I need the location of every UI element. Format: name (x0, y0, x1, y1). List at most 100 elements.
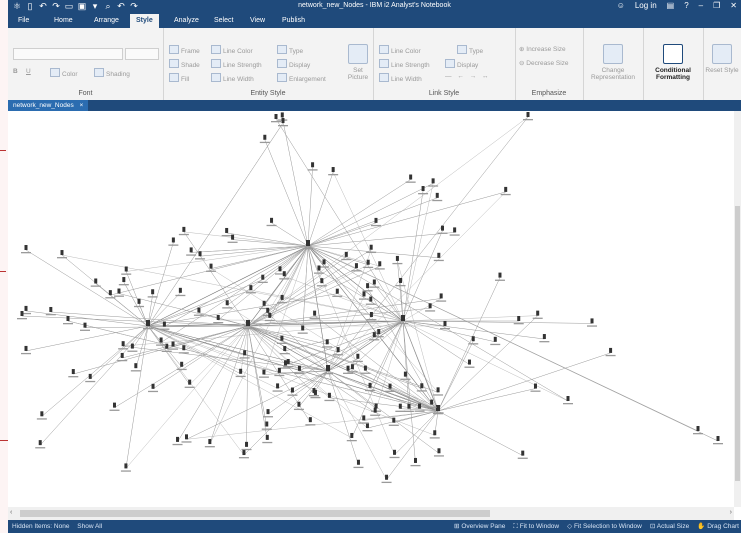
network-link[interactable] (160, 245, 309, 343)
network-node[interactable] (539, 334, 550, 343)
network-link[interactable] (263, 245, 309, 306)
fit-to-window-button[interactable]: ⛶ Fit to Window (513, 520, 559, 533)
network-link[interactable] (397, 260, 439, 412)
link-line-width-button[interactable]: Line Width (379, 73, 422, 83)
shading-button[interactable]: Shading (94, 68, 130, 78)
network-link[interactable] (247, 325, 268, 427)
font-color-button[interactable]: Color (50, 68, 78, 78)
notebook-icon[interactable]: ▤ (667, 1, 675, 10)
network-node[interactable] (168, 237, 179, 246)
network-node[interactable] (395, 277, 406, 287)
user-icon[interactable]: ☺ (617, 1, 625, 10)
network-node[interactable] (121, 266, 132, 275)
network-node[interactable] (120, 463, 131, 472)
network-link[interactable] (183, 231, 249, 327)
network-diagram[interactable] (8, 111, 734, 507)
network-link[interactable] (247, 325, 439, 412)
network-node[interactable] (195, 251, 206, 260)
network-link[interactable] (147, 122, 284, 327)
fit-selection-button[interactable]: ◇ Fit Selection to Window (567, 520, 642, 533)
network-node[interactable] (264, 312, 275, 322)
network-node[interactable] (176, 361, 187, 371)
network-link[interactable] (437, 352, 611, 412)
network-node[interactable] (257, 274, 268, 283)
network-node[interactable] (381, 474, 392, 484)
help-button[interactable]: ? (684, 1, 688, 10)
network-node[interactable] (353, 459, 364, 469)
network-node[interactable] (324, 392, 335, 402)
network-link[interactable] (402, 320, 593, 324)
network-node[interactable] (405, 174, 416, 183)
login-button[interactable]: Log in (635, 1, 657, 10)
network-node[interactable] (400, 371, 411, 380)
scroll-right-icon[interactable]: › (730, 509, 732, 516)
network-node[interactable] (261, 421, 272, 430)
maximize-icon[interactable]: ❐ (713, 1, 720, 10)
close-icon[interactable]: ✕ (730, 1, 737, 10)
network-node[interactable] (258, 369, 269, 378)
network-link[interactable] (247, 264, 369, 327)
network-node[interactable] (259, 134, 270, 144)
conditional-formatting-button[interactable]: Conditional Formatting (645, 44, 701, 81)
network-node[interactable] (432, 192, 443, 202)
bold-button[interactable]: B (13, 68, 18, 75)
scroll-left-icon[interactable]: ‹ (10, 509, 12, 516)
network-link[interactable] (307, 245, 395, 455)
network-node[interactable] (587, 318, 598, 327)
network-node[interactable] (79, 322, 90, 331)
network-node[interactable] (245, 285, 256, 294)
network-link[interactable] (247, 249, 372, 327)
font-name-dropdown[interactable] (13, 48, 123, 60)
network-node[interactable] (271, 114, 281, 123)
network-node[interactable] (425, 303, 436, 312)
decrease-size-button[interactable]: ⊖ Decrease Size (519, 59, 569, 67)
network-node[interactable] (530, 383, 541, 392)
minimize-icon[interactable]: – (699, 1, 703, 10)
network-link[interactable] (437, 388, 536, 412)
network-link[interactable] (402, 320, 470, 365)
network-link[interactable] (246, 325, 249, 447)
network-link[interactable] (394, 410, 439, 455)
network-link[interactable] (307, 197, 438, 247)
network-node[interactable] (358, 415, 369, 424)
link-type-button[interactable]: Type (457, 45, 483, 55)
network-node[interactable] (181, 434, 192, 443)
network-link[interactable] (264, 139, 309, 247)
network-link[interactable] (402, 320, 496, 343)
network-node[interactable] (175, 287, 186, 297)
network-node[interactable] (307, 162, 318, 171)
set-picture-button[interactable]: Set Picture (346, 44, 370, 81)
network-node[interactable] (17, 311, 27, 320)
network-node[interactable] (523, 112, 533, 121)
network-node[interactable] (235, 368, 246, 378)
entity-line-strength-button[interactable]: Line Strength (211, 59, 262, 69)
network-node[interactable] (513, 316, 524, 325)
network-link[interactable] (307, 232, 455, 247)
tab-select[interactable]: Select (208, 14, 239, 28)
network-node[interactable] (277, 294, 288, 304)
network-link[interactable] (227, 305, 329, 372)
network-link[interactable] (209, 325, 249, 445)
network-node[interactable] (439, 320, 450, 330)
change-representation-button[interactable]: Change Representation (585, 44, 641, 81)
network-link[interactable] (402, 298, 442, 322)
network-link[interactable] (210, 268, 439, 412)
network-node[interactable] (410, 457, 421, 467)
network-link[interactable] (307, 222, 377, 247)
network-link[interactable] (282, 117, 309, 247)
tab-view[interactable]: View (244, 14, 271, 28)
font-size-dropdown[interactable] (125, 48, 159, 60)
overview-pane-button[interactable]: ⊞ Overview Pane (454, 520, 505, 533)
network-node[interactable] (21, 245, 31, 254)
network-link[interactable] (299, 320, 404, 372)
network-node[interactable] (221, 227, 232, 237)
network-node[interactable] (36, 411, 47, 420)
network-node[interactable] (262, 434, 273, 444)
tab-file[interactable]: File (12, 14, 35, 28)
network-link[interactable] (307, 191, 506, 247)
network-node[interactable] (416, 383, 427, 392)
entity-frame-button[interactable]: Frame (169, 45, 200, 55)
network-node[interactable] (241, 441, 252, 451)
underline-button[interactable]: U (26, 68, 31, 75)
link-display-button[interactable]: Display (445, 59, 478, 69)
